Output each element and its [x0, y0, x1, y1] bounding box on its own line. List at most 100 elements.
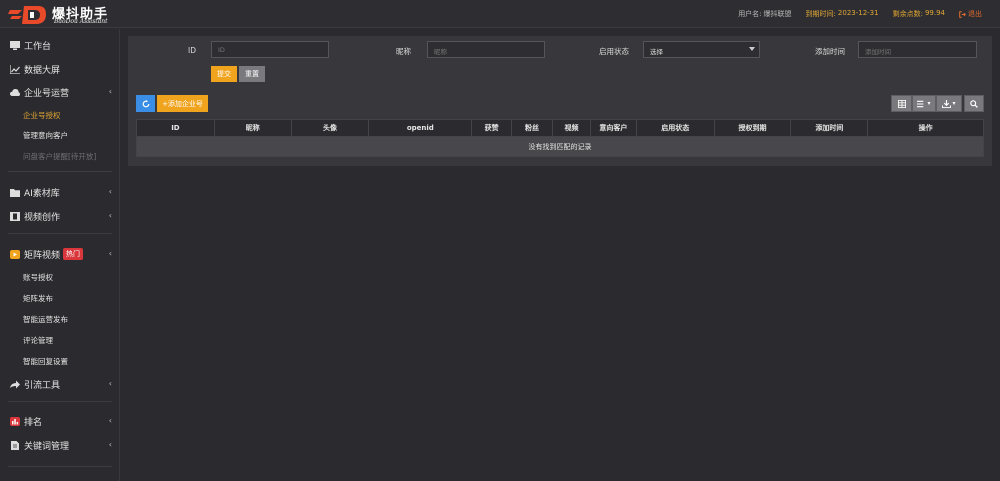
columns-button[interactable]: ▾	[912, 95, 936, 112]
chevron-down-icon: ‹	[108, 379, 112, 388]
sidebar-item-label: 关键词管理	[24, 441, 70, 452]
sidebar-subitem-comment-manage[interactable]: 评论管理	[23, 335, 53, 346]
chevron-down-icon: ‹	[108, 440, 112, 449]
column-header[interactable]: 操作	[868, 120, 983, 136]
column-header[interactable]: 启用状态	[637, 120, 715, 136]
column-header[interactable]: 授权到期	[715, 120, 792, 136]
points-value: 99.94	[924, 9, 945, 17]
column-header[interactable]: 昵称	[215, 120, 292, 136]
points: 剩余点数: 99.94	[893, 9, 945, 19]
sidebar-subitem-smart-publish[interactable]: 智能运营发布	[23, 314, 68, 325]
nickname-label: 昵称	[396, 47, 411, 56]
status-label: 启用状态	[599, 47, 629, 56]
sidebar-subitem-matrix-publish[interactable]: 矩阵发布	[23, 293, 53, 304]
sidebar-item-label: 排名	[24, 417, 43, 428]
column-header[interactable]: 添加时间	[791, 120, 869, 136]
column-header[interactable]: 视频	[553, 120, 591, 136]
sidebar-subitem-account-auth[interactable]: 账号授权	[23, 272, 53, 283]
time-label: 添加时间	[815, 47, 845, 56]
sidebar-item-datascreen[interactable]: 数据大屏	[0, 59, 120, 79]
sidebar-item-label: 工作台	[24, 41, 52, 52]
sidebar-item-label: 视频创作	[24, 212, 61, 223]
video-icon	[10, 249, 20, 259]
cloud-icon	[10, 88, 20, 96]
hot-badge: 热门	[63, 248, 84, 260]
add-enterprise-button[interactable]: +添加企业号	[157, 95, 208, 112]
columns-icon	[917, 100, 924, 107]
search-icon	[970, 99, 978, 108]
enterprise-table: ID 昵称 头像 openid 获赞 粉丝 视频 意向客户 启用状态 授权到期 …	[136, 119, 984, 157]
logout-label: 退出	[968, 10, 982, 18]
sidebar-item-traffic-tools[interactable]: 引流工具 ‹	[0, 374, 120, 394]
top-info: 用户名: 爆抖联盟 到期时间: 2023-12-31 剩余点数: 99.94 退…	[738, 9, 982, 19]
sidebar-item-workbench[interactable]: 工作台	[0, 35, 120, 55]
sidebar-subitem-smart-reply[interactable]: 智能回复设置	[23, 356, 68, 367]
document-icon	[11, 440, 19, 450]
column-header[interactable]: 头像	[292, 120, 370, 136]
column-header[interactable]: ID	[137, 120, 215, 136]
points-label: 剩余点数:	[892, 10, 923, 18]
sidebar-divider	[8, 466, 112, 467]
column-header[interactable]: 粉丝	[512, 120, 553, 136]
monitor-icon	[10, 40, 20, 50]
share-icon	[10, 380, 20, 388]
sidebar: 工作台 数据大屏 企业号运营 ‹ 企业号授权 管理意向客户 问盘客户提醒[待开放…	[0, 29, 120, 481]
caret-down-icon	[749, 47, 755, 51]
logout-icon	[959, 10, 966, 18]
caret-down-icon: ▾	[927, 100, 931, 107]
username-label: 用户名:	[738, 10, 762, 18]
toggle-view-button[interactable]	[891, 95, 912, 112]
sidebar-divider	[8, 401, 112, 402]
sidebar-item-label: 矩阵视频	[24, 250, 61, 261]
ranking-icon	[10, 416, 20, 426]
sidebar-item-ranking[interactable]: 排名 ‹	[0, 411, 120, 431]
column-header[interactable]: 获赞	[472, 120, 513, 136]
username-value: 爆抖联盟	[763, 10, 792, 18]
sidebar-divider	[8, 233, 112, 234]
chevron-down-icon: ‹	[108, 187, 112, 196]
sidebar-item-label: 引流工具	[24, 380, 61, 391]
sidebar-item-matrix-video[interactable]: 矩阵视频 热门 ‹	[0, 244, 120, 264]
export-button[interactable]: ▾	[936, 95, 962, 112]
sidebar-item-label: 数据大屏	[24, 65, 61, 76]
main-panel: ID ID 昵称 昵称 启用状态 选择 添加时间 添加时间 提交 重置 +添加企…	[128, 36, 992, 166]
expire-label: 到期时间:	[805, 10, 836, 18]
expire-value: 2023-12-31	[837, 9, 879, 17]
folder-icon	[10, 188, 20, 197]
status-select[interactable]: 选择	[643, 41, 760, 58]
column-header[interactable]: openid	[369, 120, 473, 136]
logo[interactable]: 爆抖助手 BaoDou Assistant	[8, 2, 128, 26]
search-button[interactable]	[964, 95, 984, 112]
sidebar-subitem-intent-customers[interactable]: 管理意向客户	[23, 130, 68, 141]
chevron-down-icon: ‹	[108, 416, 112, 425]
time-input[interactable]: 添加时间	[858, 41, 977, 58]
column-header[interactable]: 意向客户	[591, 120, 637, 136]
line-chart-icon	[10, 64, 20, 74]
logout-button[interactable]: 退出	[959, 9, 982, 19]
filter-form: ID ID 昵称 昵称 启用状态 选择 添加时间 添加时间	[128, 41, 992, 59]
id-input[interactable]: ID	[211, 41, 329, 58]
status-select-value: 选择	[650, 48, 663, 56]
sidebar-item-ai-material[interactable]: AI素材库 ‹	[0, 182, 120, 202]
submit-button[interactable]: 提交	[211, 66, 237, 82]
sidebar-item-keywords[interactable]: 关键词管理 ‹	[0, 435, 120, 455]
sidebar-subitem-enterprise-auth[interactable]: 企业号授权	[23, 110, 61, 121]
username: 用户名: 爆抖联盟	[738, 9, 791, 19]
top-bar: 爆抖助手 BaoDou Assistant 用户名: 爆抖联盟 到期时间: 20…	[0, 0, 1000, 28]
sidebar-item-video-create[interactable]: 视频创作 ‹	[0, 206, 120, 226]
nickname-input[interactable]: 昵称	[427, 41, 545, 58]
logo-icon	[8, 6, 46, 24]
sidebar-divider	[8, 171, 112, 172]
refresh-button[interactable]	[136, 95, 155, 112]
table-header: ID 昵称 头像 openid 获赞 粉丝 视频 意向客户 启用状态 授权到期 …	[136, 119, 984, 137]
sidebar-item-label: 企业号运营	[24, 88, 70, 99]
sidebar-item-enterprise[interactable]: 企业号运营 ‹	[0, 82, 120, 102]
reset-button[interactable]: 重置	[239, 66, 265, 82]
chevron-down-icon: ‹	[108, 211, 112, 220]
id-label: ID	[188, 46, 196, 55]
chevron-down-icon: ‹	[108, 87, 112, 96]
table-icon	[897, 99, 906, 108]
sidebar-item-label: AI素材库	[24, 188, 60, 199]
refresh-icon	[142, 99, 149, 107]
caret-down-icon: ▾	[952, 100, 956, 107]
